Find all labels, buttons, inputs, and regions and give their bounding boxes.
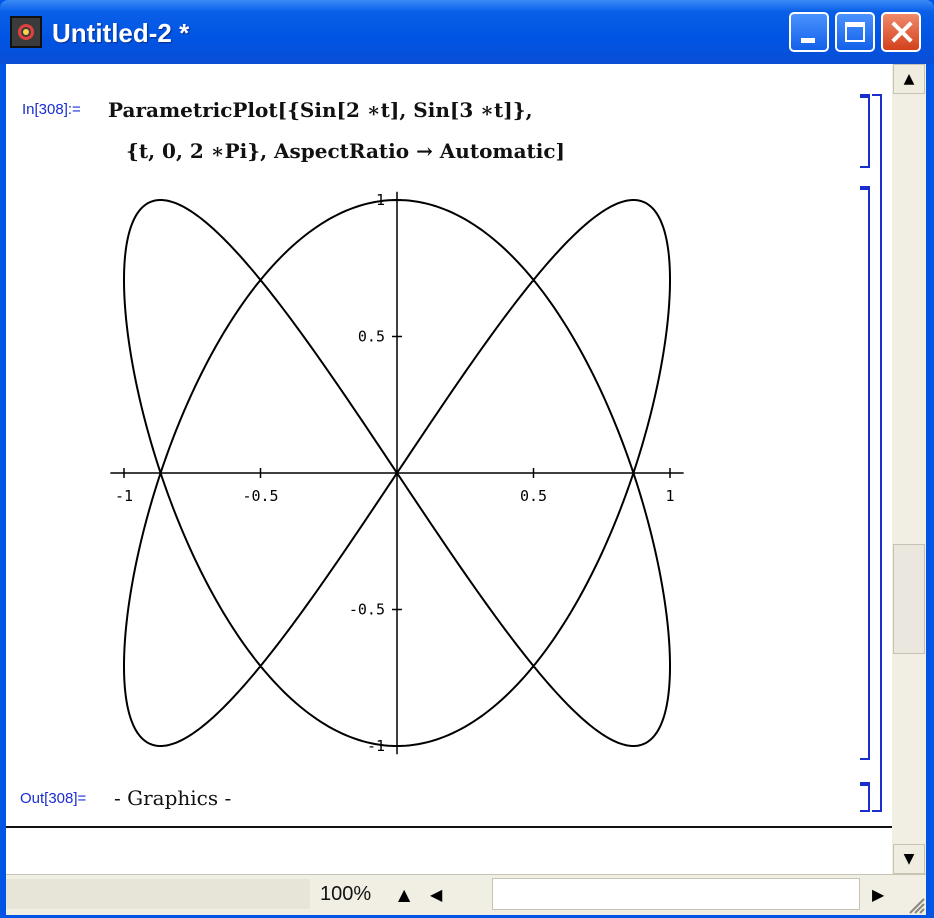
x-tick-label: 0.5 [520,487,547,505]
status-area [6,879,310,909]
y-tick-label: -0.5 [349,601,385,619]
y-tick-label: -1 [367,737,385,755]
status-bar: 100% ▲ ◀ ▶ [6,874,926,915]
triangle-up-icon: ▲ [398,885,411,904]
scroll-up-button[interactable]: ▲ [893,64,925,94]
horizontal-scroll-track[interactable] [492,878,860,910]
maximize-button[interactable] [835,12,875,52]
zoom-in-button[interactable]: ▲ [398,885,410,904]
cell-insertion-line[interactable] [6,826,892,828]
notebook-window: Untitled-2 * In[308]:= ParametricPlot[{S… [0,0,934,918]
x-tick-labels: -1 -0.5 0.5 1 [115,487,675,505]
x-tick-label: -0.5 [242,487,278,505]
bracket-marker [860,186,868,190]
maximize-icon [845,22,865,42]
group-bracket[interactable] [872,94,882,812]
resize-grip-icon[interactable] [906,895,926,915]
y-tick-label: 1 [376,191,385,209]
bracket-marker [860,94,868,98]
scroll-right-button[interactable]: ▶ [872,885,884,904]
triangle-down-icon: ▼ [903,851,915,867]
close-icon [889,19,915,45]
output-graphics-text[interactable]: - Graphics - [114,786,231,810]
output-cell-bracket-small[interactable] [860,782,870,812]
triangle-left-icon: ◀ [430,885,443,904]
triangle-right-icon: ▶ [872,885,885,904]
scroll-down-button[interactable]: ▼ [893,844,925,874]
y-tick-label: 0.5 [358,328,385,346]
vertical-scroll-thumb[interactable] [893,544,925,654]
zoom-out-button[interactable]: ◀ [430,885,442,904]
mathematica-app-icon[interactable] [10,16,42,48]
x-tick-label: 1 [665,487,674,505]
output-cell-bracket-inner[interactable] [860,186,870,760]
x-tick-label: -1 [115,487,133,505]
parametric-plot[interactable]: -1 -0.5 0.5 1 1 0.5 -0.5 -1 [6,64,892,874]
input-cell-bracket[interactable] [860,94,870,168]
window-title: Untitled-2 * [52,18,190,48]
zoom-level[interactable]: 100% [320,883,371,906]
minimize-button[interactable] [789,12,829,52]
title-bar[interactable]: Untitled-2 * [0,0,934,64]
close-button[interactable] [881,12,921,52]
notebook-content[interactable]: In[308]:= ParametricPlot[{Sin[2 ∗t], Sin… [6,64,892,874]
minimize-icon [801,38,815,43]
triangle-up-icon: ▲ [903,71,915,87]
vertical-scrollbar[interactable]: ▲ ▼ [892,64,926,874]
output-cell-label: Out[308]= [20,790,87,807]
bracket-marker [860,782,868,786]
